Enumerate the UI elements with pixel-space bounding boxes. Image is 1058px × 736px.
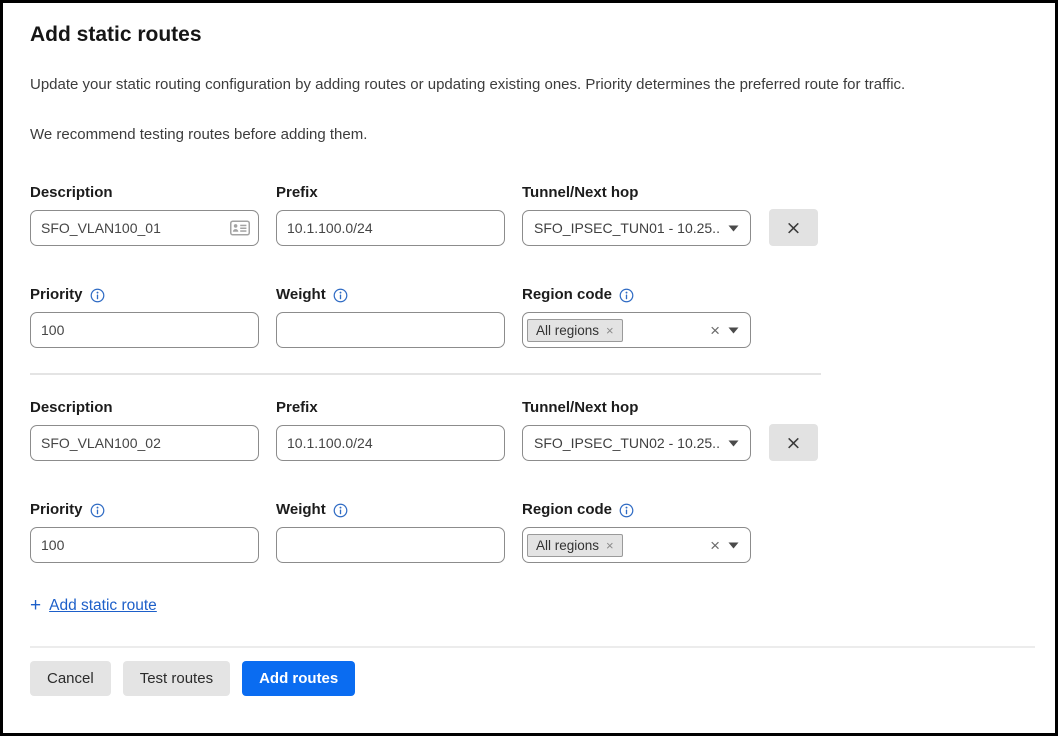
route-block-1: Description (30, 184, 1028, 348)
weight-label: Weight (276, 501, 505, 519)
description-field: Description (30, 399, 259, 461)
description-input[interactable] (30, 425, 259, 461)
add-static-routes-dialog: Add static routes Update your static rou… (0, 0, 1058, 736)
region-label: Region code (522, 286, 751, 304)
chip-remove-icon[interactable]: × (606, 324, 614, 337)
weight-input[interactable] (276, 312, 505, 348)
info-icon[interactable] (333, 288, 348, 303)
prefix-input[interactable] (276, 210, 505, 246)
info-icon[interactable] (333, 503, 348, 518)
region-field: Region code All region (522, 501, 751, 563)
footer-divider (30, 646, 1035, 648)
chevron-down-icon (728, 542, 739, 549)
add-static-route-link[interactable]: + Add static route (30, 596, 1028, 615)
priority-input[interactable] (30, 527, 259, 563)
region-multiselect[interactable]: All regions × × (522, 312, 751, 348)
prefix-input[interactable] (276, 425, 505, 461)
weight-field: Weight (276, 286, 505, 348)
routes-form: Description (30, 184, 1028, 615)
description-label: Description (30, 184, 259, 202)
clear-selection-icon[interactable]: × (710, 322, 720, 339)
clear-selection-icon[interactable]: × (710, 537, 720, 554)
contact-card-icon (230, 221, 250, 236)
weight-label: Weight (276, 286, 505, 304)
chip-remove-icon[interactable]: × (606, 539, 614, 552)
intro-text: Update your static routing configuration… (30, 75, 1028, 95)
tunnel-select[interactable]: SFO_IPSEC_TUN01 - 10.25... (522, 210, 751, 246)
page-title: Add static routes (30, 20, 1028, 50)
priority-field: Priority (30, 286, 259, 348)
tunnel-label: Tunnel/Next hop (522, 184, 751, 202)
tunnel-field: Tunnel/Next hop SFO_IPSEC_TUN02 - 10.25.… (522, 399, 751, 461)
remove-route-button[interactable]: × (769, 424, 818, 461)
weight-input[interactable] (276, 527, 505, 563)
prefix-field: Prefix (276, 184, 505, 246)
info-icon[interactable] (619, 503, 634, 518)
cancel-button[interactable]: Cancel (30, 661, 111, 696)
test-routes-button[interactable]: Test routes (123, 661, 230, 696)
route-divider (30, 373, 821, 375)
prefix-field: Prefix (276, 399, 505, 461)
route-block-2: Description Prefix Tunnel/Next hop (30, 399, 1028, 563)
description-label: Description (30, 399, 259, 417)
priority-field: Priority (30, 501, 259, 563)
info-icon[interactable] (619, 288, 634, 303)
region-label: Region code (522, 501, 751, 519)
region-multiselect[interactable]: All regions × × (522, 527, 751, 563)
priority-label: Priority (30, 501, 259, 519)
note-text: We recommend testing routes before addin… (30, 125, 1028, 145)
priority-label: Priority (30, 286, 259, 304)
info-icon[interactable] (90, 503, 105, 518)
chevron-down-icon (728, 225, 739, 232)
weight-field: Weight (276, 501, 505, 563)
tunnel-label: Tunnel/Next hop (522, 399, 751, 417)
footer-actions: Cancel Test routes Add routes (30, 661, 1028, 696)
chevron-down-icon (728, 440, 739, 447)
priority-input[interactable] (30, 312, 259, 348)
description-input[interactable] (30, 210, 259, 246)
chevron-down-icon (728, 327, 739, 334)
region-chip: All regions × (527, 319, 623, 342)
prefix-label: Prefix (276, 184, 505, 202)
tunnel-field: Tunnel/Next hop SFO_IPSEC_TUN01 - 10.25.… (522, 184, 751, 246)
remove-route-button[interactable]: × (769, 209, 818, 246)
info-icon[interactable] (90, 288, 105, 303)
prefix-label: Prefix (276, 399, 505, 417)
tunnel-select[interactable]: SFO_IPSEC_TUN02 - 10.25... (522, 425, 751, 461)
region-field: Region code All region (522, 286, 751, 348)
add-static-route-label[interactable]: Add static route (49, 597, 157, 615)
add-routes-button[interactable]: Add routes (242, 661, 355, 696)
region-chip: All regions × (527, 534, 623, 557)
plus-icon: + (30, 596, 41, 615)
description-field: Description (30, 184, 259, 246)
